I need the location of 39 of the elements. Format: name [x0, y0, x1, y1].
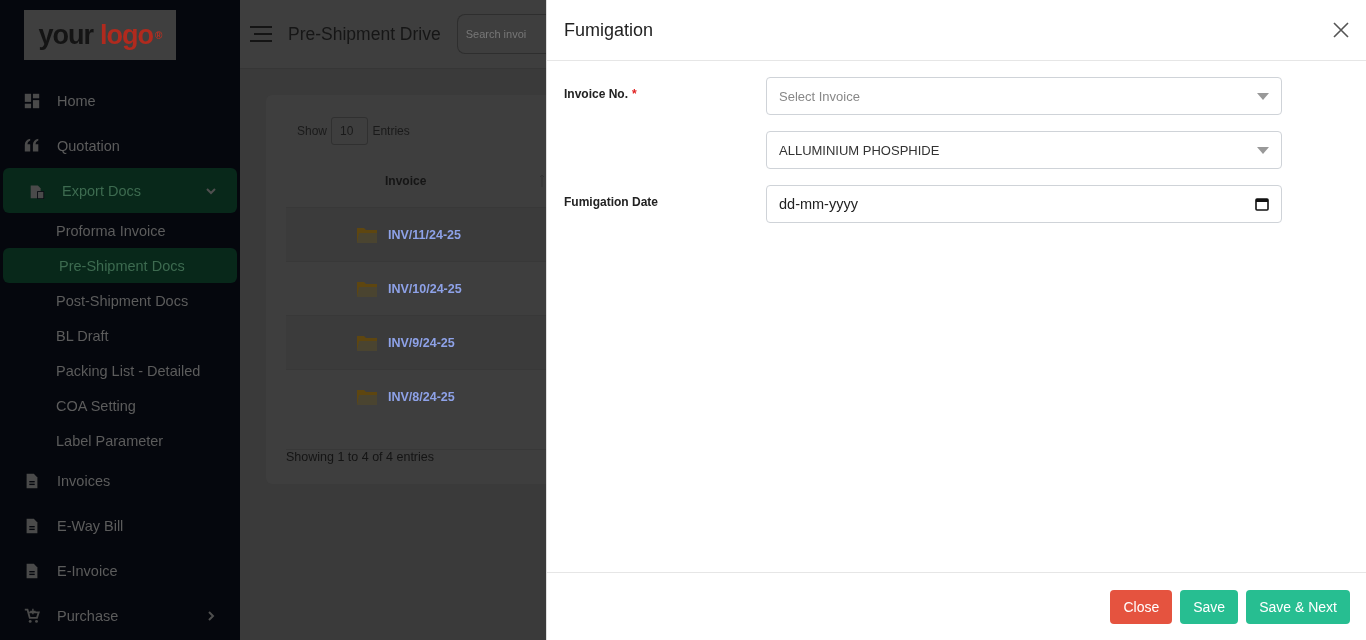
invoice-link[interactable]: INV/8/24-25 [388, 389, 455, 404]
sidebar-subitem[interactable]: Packing List - Detailed [3, 353, 237, 388]
caret-icon [1257, 146, 1269, 154]
sidebar-item[interactable]: Export Docs [3, 168, 237, 213]
invoice-link[interactable]: INV/9/24-25 [388, 335, 455, 350]
invoice-link[interactable]: INV/10/24-25 [388, 281, 462, 296]
invoice-link[interactable]: INV/11/24-25 [388, 227, 461, 242]
folder-icon [356, 225, 378, 244]
sidebar-item[interactable]: E-Invoice [3, 548, 237, 593]
close-button[interactable]: Close [1110, 589, 1173, 624]
field-label: Fumigation Date [564, 195, 658, 209]
cart-icon [23, 606, 41, 625]
sidebar-item[interactable]: Quotation [3, 123, 237, 168]
select-field[interactable]: ALLUMINIUM PHOSPHIDE [766, 131, 1282, 169]
modal-title: Fumigation [564, 19, 654, 41]
sidebar-item[interactable]: Home [3, 78, 237, 123]
sidebar-item[interactable]: Invoices [3, 458, 237, 503]
sidebar-subitem[interactable]: BL Draft [3, 318, 237, 353]
required-mark: * [632, 87, 637, 101]
dashboard-icon [23, 91, 41, 110]
folder-icon [356, 279, 378, 298]
folder-icon [356, 333, 378, 352]
sidebar-subitem[interactable]: Post-Shipment Docs [3, 283, 237, 318]
date-field[interactable]: dd-mm-yyyy [766, 185, 1282, 223]
folder-icon [356, 387, 378, 406]
close-icon[interactable] [1332, 21, 1350, 39]
field-label: Invoice No. [564, 87, 628, 101]
save-button[interactable]: Save & Next [1246, 589, 1350, 624]
calendar-icon[interactable] [1255, 197, 1269, 211]
sidebar-subitem[interactable]: Label Parameter [3, 423, 237, 458]
caret-icon [1257, 92, 1269, 100]
sidebar-item[interactable]: Purchase [3, 593, 237, 638]
sidebar-subitem[interactable]: COA Setting [3, 388, 237, 423]
sidebar-item[interactable]: E-Way Bill [3, 503, 237, 548]
sidebar-subitem[interactable]: Pre-Shipment Docs [3, 248, 237, 283]
save-button[interactable]: Save [1180, 589, 1239, 624]
select-field[interactable]: Select Invoice [766, 77, 1282, 115]
chevron-right-icon [205, 609, 217, 622]
sidebar-subitem[interactable]: Proforma Invoice [3, 213, 237, 248]
